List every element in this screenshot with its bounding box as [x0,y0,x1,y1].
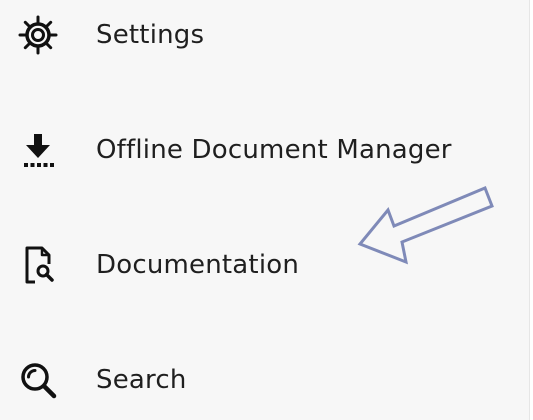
menu-item-label-search: Search [96,365,187,395]
side-menu-panel: Settings Offline Document Manager Docume… [0,0,530,420]
menu-item-label-settings: Settings [96,20,205,50]
document-search-icon [14,241,62,289]
search-icon [14,356,62,404]
menu-item-search[interactable]: Search [0,352,530,408]
menu-item-label-documentation: Documentation [96,250,300,280]
gear-icon [14,11,62,59]
arrow-left-icon [357,186,494,265]
download-icon [14,126,62,174]
menu-item-label-offline-document-manager: Offline Document Manager [96,135,452,165]
menu-item-settings[interactable]: Settings [0,7,530,63]
menu-item-offline-document-manager[interactable]: Offline Document Manager [0,122,530,178]
